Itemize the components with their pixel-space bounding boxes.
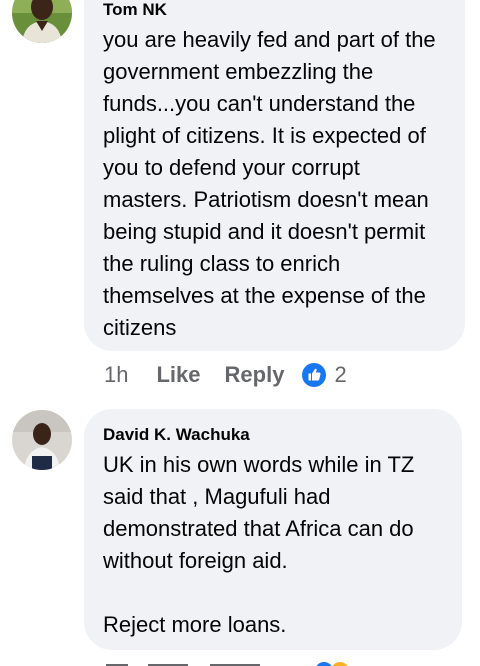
commenter-avatar-tom-nk[interactable] — [12, 0, 72, 43]
comment-timestamp[interactable]: 1h — [104, 362, 128, 388]
comment-author[interactable]: David K. Wachuka — [103, 425, 446, 445]
like-button[interactable]: Like — [156, 362, 200, 388]
avatar-photo — [12, 0, 72, 43]
commenter-avatar-david-k-wachuka[interactable] — [12, 410, 72, 470]
comment-text: UK in his own words while in TZ said tha… — [103, 452, 415, 637]
comment-text: you are heavily fed and part of the gove… — [103, 27, 442, 340]
reply-button[interactable]: Reply — [225, 362, 285, 388]
reaction-count: 2 — [334, 362, 347, 387]
comment-author[interactable]: Tom NK — [103, 0, 449, 20]
avatar-photo — [12, 410, 72, 470]
comment-bubble: Tom NK you are heavily fed and part of t… — [84, 0, 465, 351]
comment-thread: Tom NK you are heavily fed and part of t… — [0, 0, 480, 666]
like-icon — [302, 363, 327, 387]
next-actions-cutoff — [100, 657, 380, 666]
cutoff-row-graphic — [106, 662, 348, 666]
comment-bubble: David K. Wachuka UK in his own words whi… — [84, 409, 462, 650]
reaction-summary[interactable]: 2 — [302, 362, 347, 388]
comment-actions: 1h Like Reply 2 — [104, 362, 347, 388]
